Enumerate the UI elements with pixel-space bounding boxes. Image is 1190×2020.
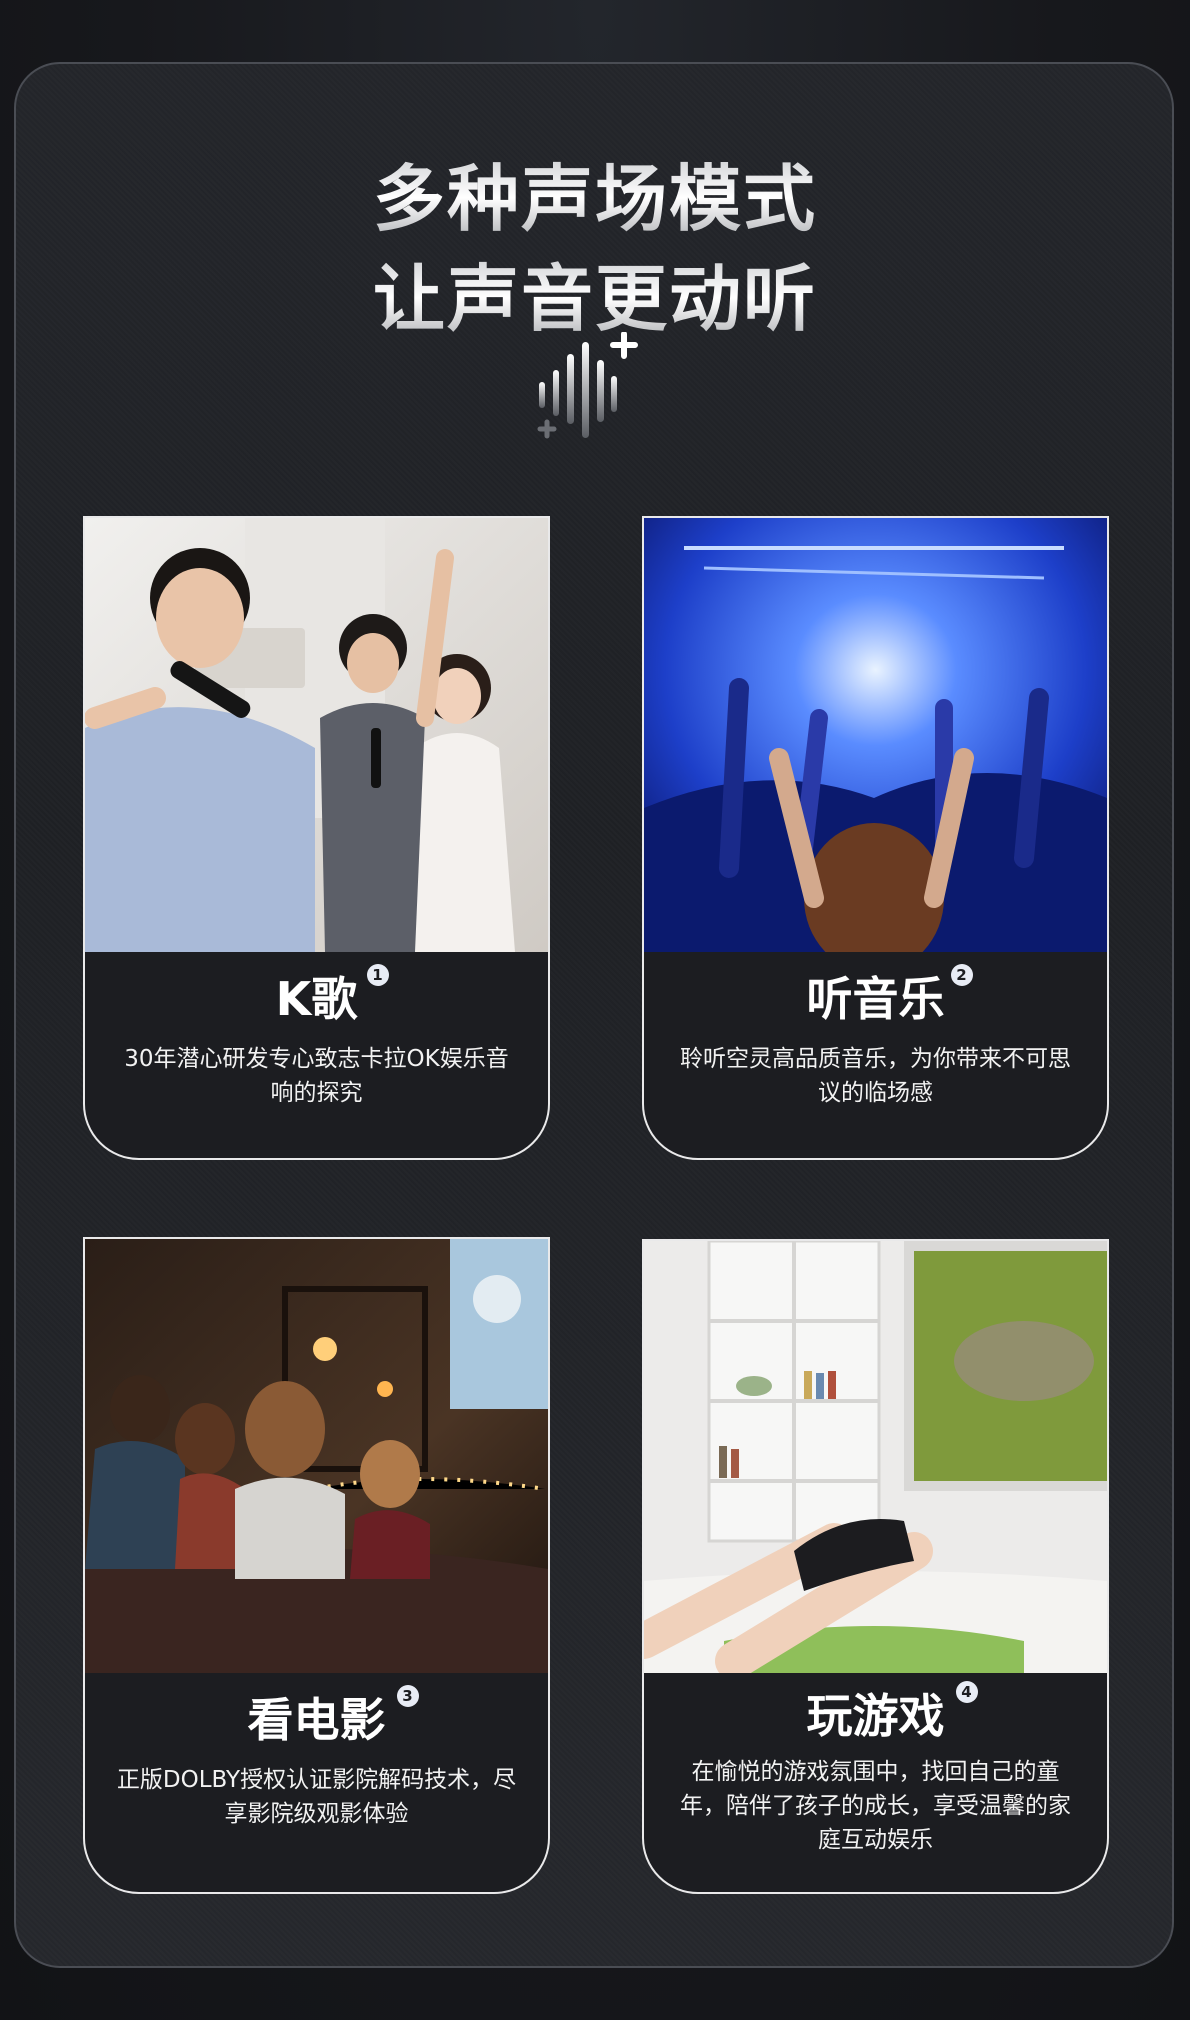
number-badge: 3 [396, 1685, 419, 1707]
karaoke-photo [85, 518, 548, 952]
card-title: K歌 [275, 972, 358, 1026]
family-movie-photo [85, 1239, 548, 1673]
sound-wave-sparkle-icon [537, 332, 638, 439]
headline-line-2: 让声音更动听 [0, 240, 1190, 345]
card-title: 听音乐 [806, 972, 945, 1026]
card-description: 聆听空灵高品质音乐，为你带来不可思议的临场感 [680, 1046, 1071, 1106]
card-description: 在愉悦的游戏氛围中，找回自己的童年，陪伴了孩子的成长，享受温馨的家庭互动娱乐 [680, 1759, 1071, 1853]
card-description: 正版DOLBY授权认证影院解码技术，尽享影院级观影体验 [116, 1767, 517, 1827]
number-badge: 1 [366, 964, 389, 986]
card-karaoke[interactable]: K歌 1 30年潜心研发专心致志卡拉OK娱乐音响的探究 [83, 516, 550, 1160]
card-gaming[interactable]: 玩游戏 4 在愉悦的游戏氛围中，找回自己的童年，陪伴了孩子的成长，享受温馨的家庭互… [642, 1239, 1109, 1894]
number-badge: 2 [950, 964, 973, 986]
page: 多种声场模式 让声音更动听 K歌 1 30年潜心研发专心致志卡拉OK娱乐音响的探… [0, 0, 1190, 2020]
card-title: 看电影 [247, 1693, 386, 1747]
headline-line-1: 多种声场模式 [0, 140, 1190, 245]
card-description: 30年潜心研发专心致志卡拉OK娱乐音响的探究 [124, 1046, 509, 1106]
card-music[interactable]: 听音乐 2 聆听空灵高品质音乐，为你带来不可思议的临场感 [642, 516, 1109, 1160]
concert-photo [644, 518, 1107, 952]
card-title: 玩游戏 [806, 1689, 945, 1743]
gaming-photo [644, 1241, 1107, 1673]
number-badge: 4 [955, 1681, 978, 1703]
card-movie[interactable]: 看电影 3 正版DOLBY授权认证影院解码技术，尽享影院级观影体验 [83, 1237, 550, 1894]
